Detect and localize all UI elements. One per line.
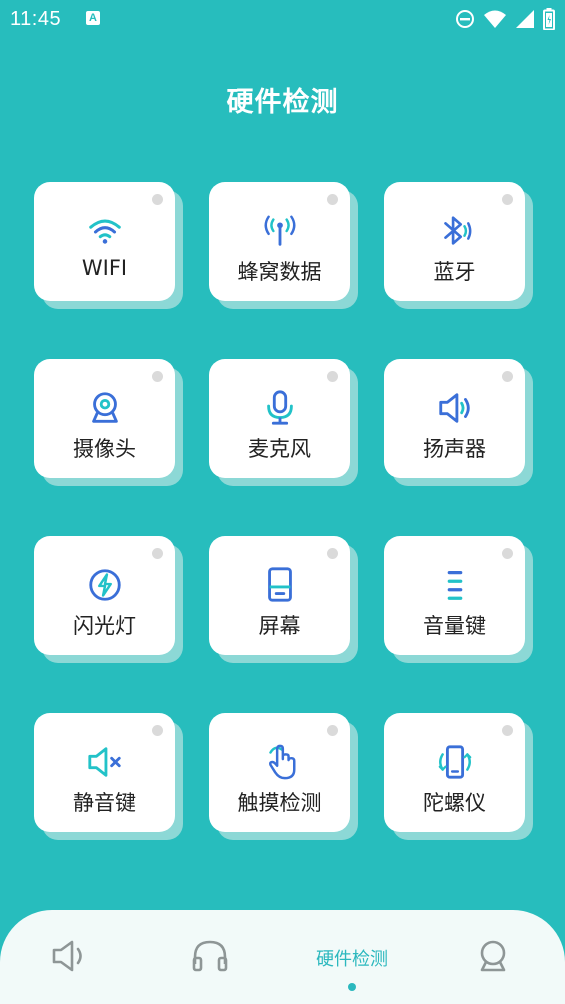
hardware-test-grid: WIFI 蜂窝数据 蓝牙 摄像头 麦克风 扬声器 闪光灯 屏幕 音量键 静音键 …	[34, 182, 534, 842]
card-speaker[interactable]: 扬声器	[384, 359, 525, 478]
page-title: 硬件检测	[226, 87, 339, 118]
volume-keys-icon	[436, 566, 474, 604]
card-volume-keys[interactable]: 音量键	[384, 536, 525, 655]
speaker-icon	[436, 389, 474, 427]
status-icons	[455, 8, 555, 30]
card-label: 扬声器	[423, 437, 486, 461]
card-label: 蓝牙	[433, 260, 476, 284]
status-dot	[152, 548, 163, 559]
status-dot	[152, 194, 163, 205]
nav-hardware-test[interactable]: 硬件检测	[292, 910, 412, 1004]
bottom-nav: 硬件检测	[0, 910, 565, 1004]
cellular-signal-icon	[261, 212, 299, 250]
status-dot	[502, 725, 513, 736]
status-dot	[327, 725, 338, 736]
status-dot	[152, 371, 163, 382]
wifi-signal-icon	[484, 10, 506, 28]
card-cellular[interactable]: 蜂窝数据	[209, 182, 350, 301]
touch-icon	[261, 743, 299, 781]
card-label: 音量键	[423, 614, 486, 638]
status-dot	[502, 194, 513, 205]
card-label: 蜂窝数据	[237, 260, 322, 284]
cell-signal-icon	[516, 10, 534, 28]
speaker-icon	[52, 940, 82, 972]
nav-profile[interactable]	[433, 910, 553, 1004]
card-gyroscope[interactable]: 陀螺仪	[384, 713, 525, 832]
card-touch-test[interactable]: 触摸检测	[209, 713, 350, 832]
card-label: 陀螺仪	[423, 791, 486, 815]
gyroscope-icon	[436, 743, 474, 781]
card-screen[interactable]: 屏幕	[209, 536, 350, 655]
card-label: 摄像头	[73, 437, 136, 461]
card-camera[interactable]: 摄像头	[34, 359, 175, 478]
status-dot	[502, 371, 513, 382]
wifi-icon	[86, 212, 124, 250]
status-dot	[327, 548, 338, 559]
status-dot	[502, 548, 513, 559]
bluetooth-icon	[436, 212, 474, 250]
nav-headphones[interactable]	[150, 910, 270, 1004]
card-flash[interactable]: 闪光灯	[34, 536, 175, 655]
user-icon	[480, 940, 506, 972]
flash-icon	[86, 566, 124, 604]
card-label: WIFI	[81, 256, 128, 280]
card-label: 麦克风	[248, 437, 311, 461]
notification-icon: A	[86, 11, 100, 25]
card-bluetooth[interactable]: 蓝牙	[384, 182, 525, 301]
camera-icon	[86, 389, 124, 427]
battery-icon	[543, 8, 555, 30]
card-label: 闪光灯	[73, 614, 136, 638]
status-dot	[152, 725, 163, 736]
nav-label: 硬件检测	[316, 949, 388, 970]
card-label: 触摸检测	[237, 791, 322, 815]
card-microphone[interactable]: 麦克风	[209, 359, 350, 478]
headphones-icon	[192, 940, 228, 972]
card-mute-key[interactable]: 静音键	[34, 713, 175, 832]
status-bar: 11:45 A	[0, 0, 565, 38]
nav-speaker[interactable]	[10, 910, 130, 1004]
active-indicator	[348, 983, 356, 991]
card-wifi[interactable]: WIFI	[34, 182, 175, 301]
do-not-disturb-icon	[456, 10, 474, 28]
status-dot	[327, 371, 338, 382]
status-time: 11:45	[10, 8, 62, 30]
mute-icon	[86, 743, 124, 781]
card-label: 静音键	[73, 791, 136, 815]
screen-icon	[261, 566, 299, 604]
microphone-icon	[261, 389, 299, 427]
status-dot	[327, 194, 338, 205]
card-label: 屏幕	[258, 614, 301, 638]
